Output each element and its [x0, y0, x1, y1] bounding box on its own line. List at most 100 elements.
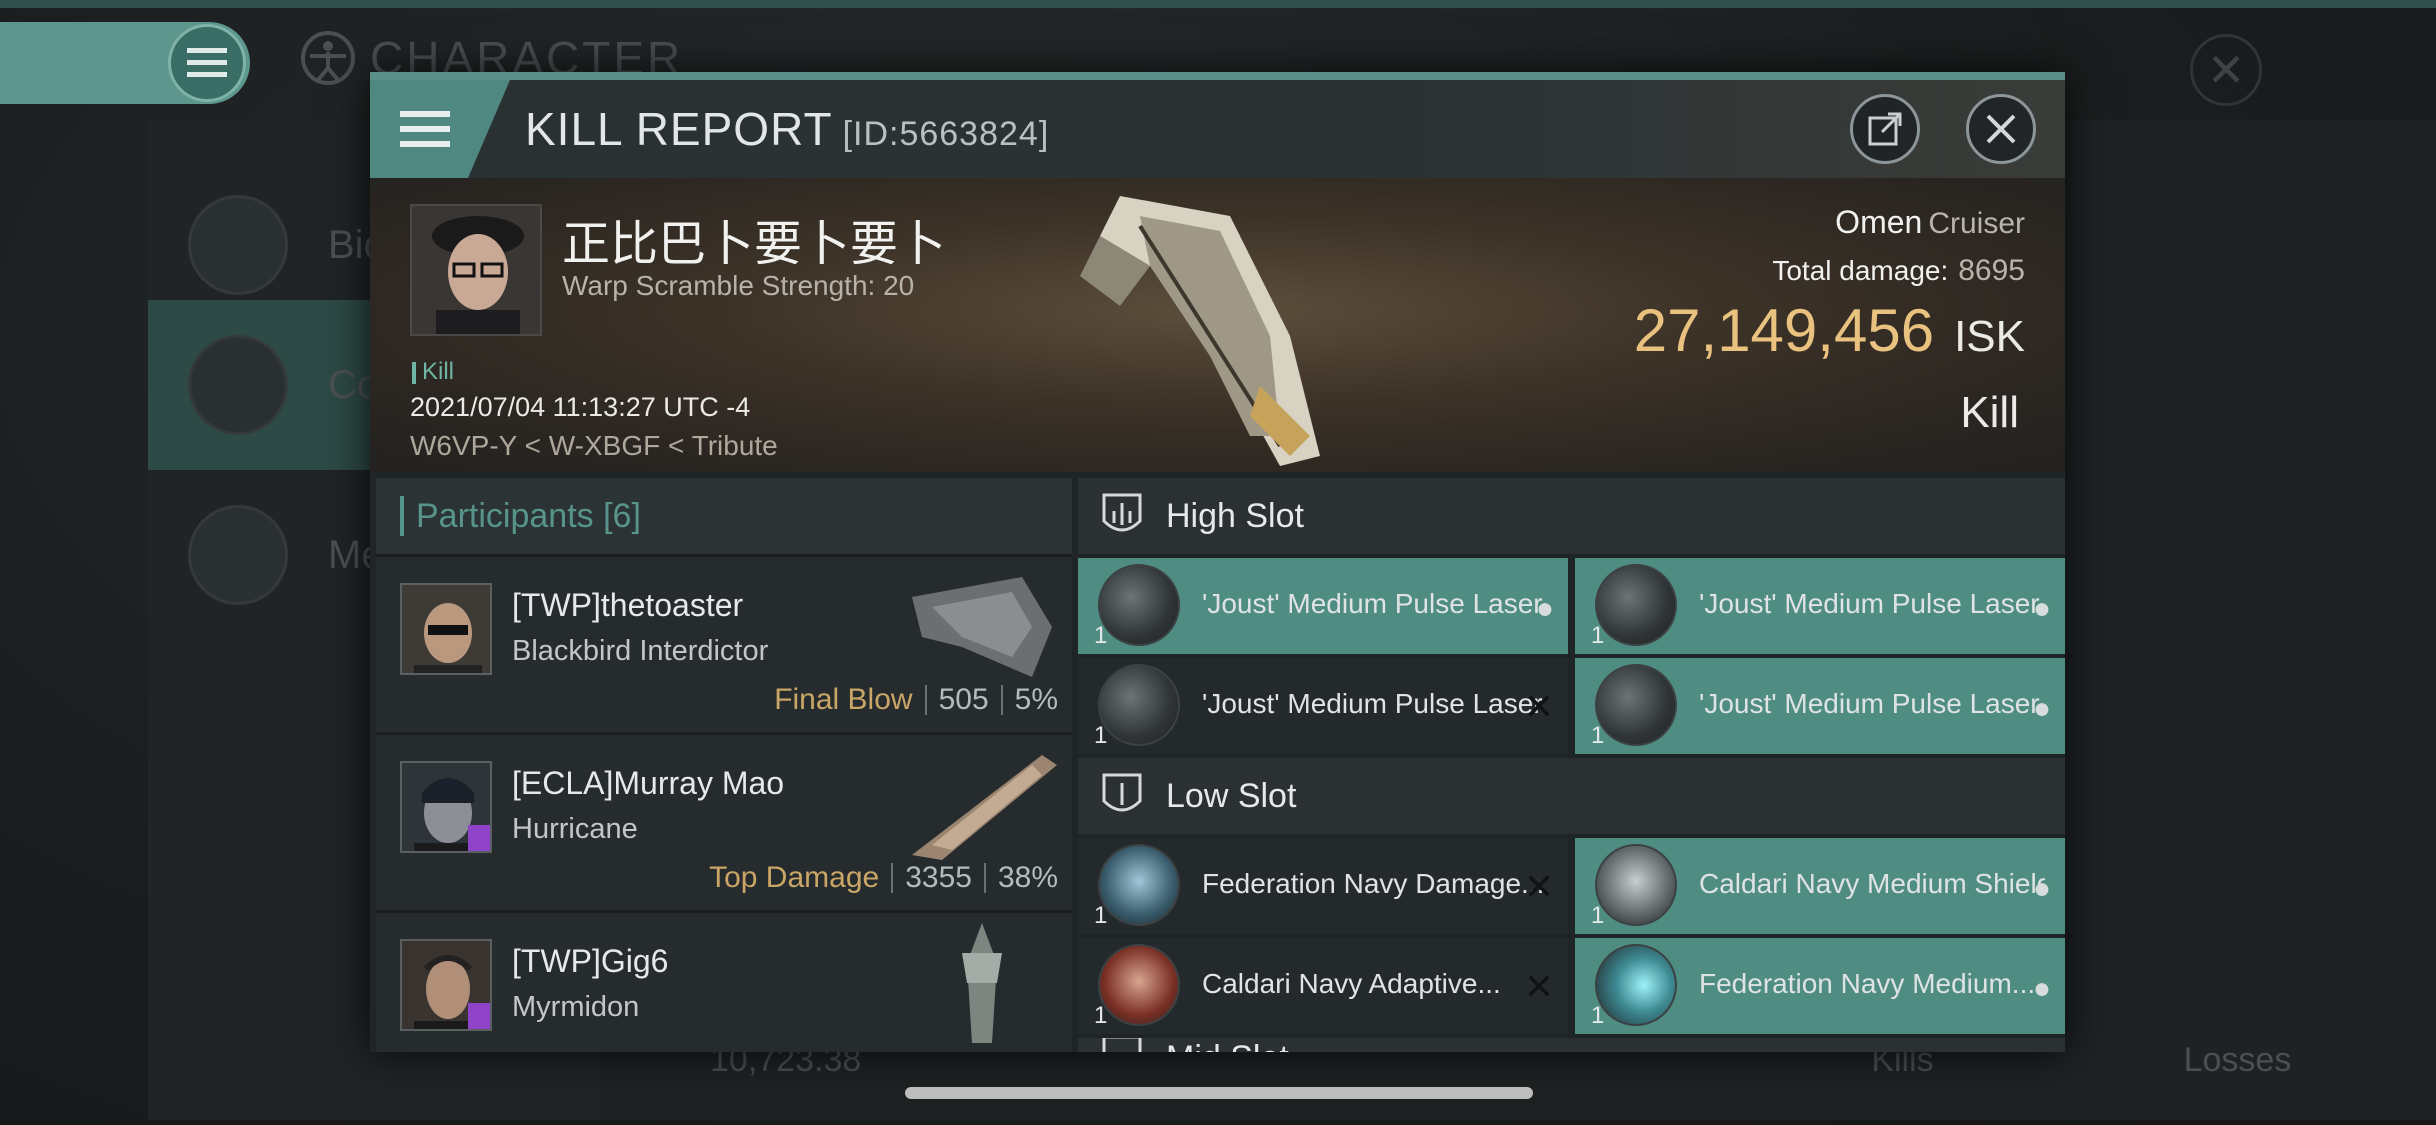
participant-avatar[interactable]: [400, 761, 492, 853]
slot-qty: 1: [1591, 722, 1605, 749]
participant-damage: 3355: [905, 861, 972, 894]
slot-item[interactable]: 1 Federation Navy Medium... ●: [1575, 938, 2065, 1034]
slot-qty: 1: [1591, 902, 1605, 929]
modal-menu-button[interactable]: [370, 80, 510, 178]
background-close-icon[interactable]: ✕: [2190, 34, 2262, 106]
participant-avatar[interactable]: [400, 939, 492, 1031]
isk-value: 27,149,456 ISK: [1634, 296, 2025, 365]
slot-item[interactable]: 1 Caldari Navy Adaptive... ✕: [1078, 938, 1568, 1034]
app-root: { "background": { "title": "CHARACTER", …: [0, 0, 2436, 1125]
victim-portrait[interactable]: [410, 204, 542, 336]
dropped-icon: ●: [2032, 692, 2051, 725]
participant-ship: Myrmidon: [512, 991, 640, 1023]
divider: [983, 863, 986, 893]
mid-slot-icon: [1102, 1038, 1142, 1052]
list-icon: [188, 195, 288, 295]
slot-item[interactable]: 1 'Joust' Medium Pulse Laser ●: [1575, 558, 2065, 654]
external-link-icon: [1868, 112, 1902, 146]
top-accent-line: [0, 0, 2436, 8]
adaptive-hardener-icon: [1098, 944, 1180, 1026]
participants-label: Participants: [416, 496, 594, 535]
ship-type: Omen Cruiser: [1835, 204, 2025, 241]
capacitor-booster-icon: [1595, 944, 1677, 1026]
stat-label: Final Blow: [774, 683, 913, 716]
home-indicator[interactable]: [905, 1087, 1533, 1099]
vitruvian-icon: [301, 31, 355, 85]
high-slot-label: High Slot: [1166, 496, 1304, 535]
low-slot-header: Low Slot: [1078, 758, 2065, 834]
menu-icon: [400, 111, 450, 147]
participant-avatar[interactable]: [400, 583, 492, 675]
mid-slot-label: Mid Slot: [1166, 1039, 1289, 1053]
dropped-icon: ●: [2032, 872, 2051, 905]
slot-item[interactable]: 1 Federation Navy Damage... ✕: [1078, 838, 1568, 934]
kill-report-modal: KILL REPORT [ID:5663824] 正比巴卜要卜要卜 Warp Sc…: [370, 72, 2065, 1052]
pulse-laser-icon: [1595, 664, 1677, 746]
main-menu-button[interactable]: [0, 22, 250, 104]
modal-accent-bar: [370, 72, 2065, 80]
participant-ship: Blackbird Interdictor: [512, 635, 769, 667]
menu-icon: [168, 24, 246, 102]
victim-name[interactable]: 正比巴卜要卜要卜: [562, 204, 946, 274]
participant-row[interactable]: [ECLA]Murray Mao Hurricane Top Damage 33…: [376, 732, 1072, 910]
participants-header: Participants [6]: [376, 478, 1072, 554]
ship-thumbnail: [912, 577, 1052, 677]
slot-item[interactable]: 1 Caldari Navy Medium Shield ... ●: [1575, 838, 2065, 934]
swords-icon: [188, 335, 288, 435]
slot-qty: 1: [1094, 902, 1108, 929]
ship-class: Cruiser: [1928, 207, 2025, 240]
divider: [1000, 685, 1003, 715]
close-icon: [1986, 114, 2016, 144]
shield-extender-icon: [1595, 844, 1677, 926]
slot-qty: 1: [1094, 1002, 1108, 1029]
slot-item-name: Federation Navy Medium...: [1699, 968, 2036, 999]
isk-unit: ISK: [1954, 312, 2025, 361]
destroyed-icon: ✕: [1523, 866, 1554, 907]
slot-item-name: 'Joust' Medium Pulse Laser: [1202, 588, 1543, 619]
participant-name: [ECLA]Murray Mao: [512, 765, 785, 801]
participant-percent: 5%: [1014, 683, 1058, 716]
ship-name[interactable]: Omen: [1835, 204, 1922, 240]
slot-item[interactable]: 1 'Joust' Medium Pulse Laser ●: [1575, 658, 2065, 754]
slot-qty: 1: [1591, 1002, 1605, 1029]
slot-qty: 1: [1094, 622, 1108, 649]
kill-location[interactable]: W6VP-Y < W-XBGF < Tribute: [410, 430, 778, 462]
participant-stats: Final Blow 505 5%: [774, 683, 1058, 717]
victim-subtitle: Warp Scramble Strength: 20: [562, 270, 915, 301]
alliance-badge: [468, 1003, 490, 1029]
slot-qty: 1: [1094, 722, 1108, 749]
damage-control-icon: [1098, 844, 1180, 926]
slot-item[interactable]: 1 'Joust' Medium Pulse Laser ✕: [1078, 658, 1568, 754]
slot-item-name: 'Joust' Medium Pulse Laser: [1699, 688, 2040, 719]
low-slot-label: Low Slot: [1166, 776, 1297, 815]
ship-thumbnail: [912, 755, 1057, 860]
participants-count: [6]: [603, 496, 641, 535]
total-damage-value: 8695: [1958, 254, 2025, 287]
divider: [891, 863, 894, 893]
slot-item-name: 'Joust' Medium Pulse Laser: [1202, 688, 1543, 719]
result-label: Kill: [1960, 388, 2019, 437]
participant-row[interactable]: [TWP]thetoaster Blackbird Interdictor Fi…: [376, 554, 1072, 732]
participants-panel: Participants [6] [TWP]thetoaster Blackbi…: [376, 478, 1072, 1052]
destroyed-icon: ✕: [1523, 966, 1554, 1007]
slot-item[interactable]: 1 'Joust' Medium Pulse Laser ●: [1078, 558, 1568, 654]
pulse-laser-icon: [1595, 564, 1677, 646]
share-button[interactable]: [1850, 94, 1920, 164]
destroyed-icon: ✕: [1523, 686, 1554, 727]
close-button[interactable]: [1966, 94, 2036, 164]
total-damage-label: Total damage:: [1772, 255, 1949, 286]
high-slot-icon: [1102, 493, 1142, 532]
slot-qty: 1: [1591, 622, 1605, 649]
dropped-icon: ●: [1535, 592, 1554, 625]
isk-amount: 27,149,456: [1633, 297, 1935, 364]
participant-row[interactable]: [TWP]Gig6 Myrmidon: [376, 910, 1072, 1052]
stat-label: Top Damage: [709, 861, 880, 894]
dropped-icon: ●: [2032, 972, 2051, 1005]
low-slot-icon: [1102, 773, 1142, 812]
participant-stats: Top Damage 3355 38%: [709, 861, 1058, 895]
modal-header: KILL REPORT [ID:5663824]: [370, 80, 2065, 178]
participant-percent: 38%: [997, 861, 1058, 894]
mid-slot-header: Mid Slot: [1078, 1038, 2065, 1052]
omen-ship-image[interactable]: [1080, 186, 1340, 468]
modal-title-text: KILL REPORT: [525, 103, 833, 155]
